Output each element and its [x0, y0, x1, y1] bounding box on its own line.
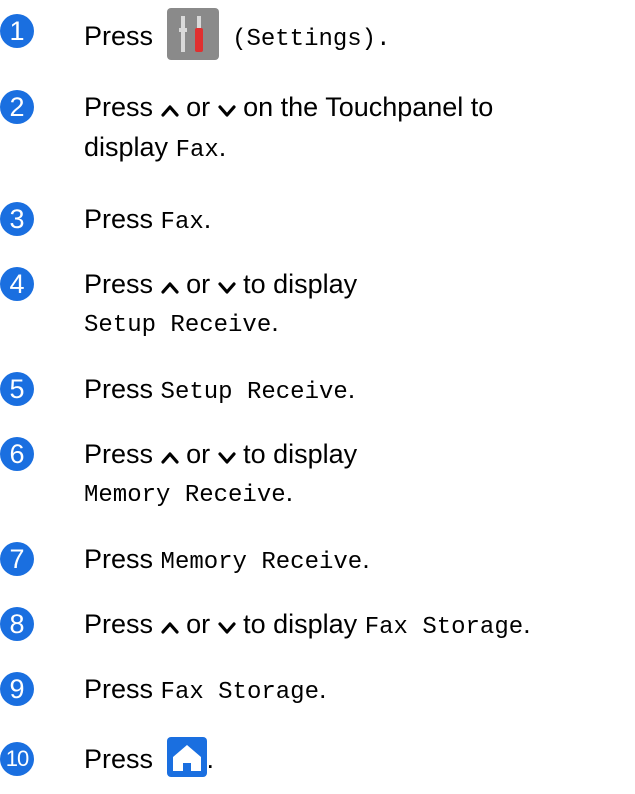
step-text: to display: [243, 609, 358, 639]
chevron-up-icon: [160, 437, 179, 475]
chevron-down-icon: [217, 437, 236, 475]
menu-label: Setup Receive: [84, 312, 272, 339]
step-text: .: [271, 307, 279, 337]
step-text: display: [84, 132, 169, 162]
step-text: or: [186, 92, 211, 122]
step-text: Press: [84, 374, 154, 404]
step-text: Press: [84, 21, 154, 52]
step-number-badge: 2: [0, 90, 34, 124]
step-text: Press: [84, 674, 154, 704]
step-number-badge: 3: [0, 202, 34, 236]
step-text: on the Touchpanel to: [243, 92, 494, 122]
step-number-badge: 4: [0, 267, 34, 301]
step-number-badge: 9: [0, 672, 34, 706]
step-number-badge: 5: [0, 372, 34, 406]
step-text: Press: [84, 92, 154, 122]
step-text: Press: [84, 544, 154, 574]
menu-label: Fax: [175, 137, 219, 164]
step-text: or: [186, 609, 211, 639]
menu-label: Fax: [160, 209, 204, 236]
step-text: Press: [84, 609, 154, 639]
chevron-up-icon: [160, 90, 179, 128]
step-text: Press: [84, 439, 154, 469]
step-text: or: [186, 269, 211, 299]
step-text: Press: [84, 269, 154, 299]
chevron-down-icon: [217, 90, 236, 128]
settings-icon: [166, 8, 219, 60]
step-text: .: [347, 374, 356, 404]
step-text: .: [203, 204, 212, 234]
step-number-badge: 7: [0, 542, 34, 576]
step-text: or: [186, 439, 211, 469]
step-text: Press: [84, 204, 154, 234]
chevron-down-icon: [217, 607, 236, 645]
menu-label: Memory Receive: [160, 549, 363, 576]
menu-label: Memory Receive: [84, 482, 286, 509]
step-text: Press: [84, 744, 154, 774]
chevron-up-icon: [160, 607, 179, 645]
step-number-badge: 8: [0, 607, 34, 641]
step-text: .: [285, 477, 294, 507]
chevron-up-icon: [160, 267, 179, 305]
step-text: .: [206, 744, 215, 774]
chevron-down-icon: [217, 267, 236, 305]
menu-label: Fax Storage: [160, 679, 319, 706]
step-text: to display: [243, 269, 358, 299]
step-number-badge: 6: [0, 437, 34, 471]
home-icon: [166, 736, 207, 777]
step-text: to display: [243, 439, 358, 469]
step-text: (Settings).: [232, 26, 391, 54]
step-text: .: [218, 132, 227, 162]
step-text: .: [318, 674, 327, 704]
step-number-badge: 1: [0, 14, 34, 48]
step-text: .: [523, 609, 531, 639]
step-text: .: [362, 544, 370, 574]
menu-label: Setup Receive: [160, 379, 348, 406]
step-number-badge: 10: [0, 742, 34, 776]
menu-label: Fax Storage: [364, 614, 524, 641]
